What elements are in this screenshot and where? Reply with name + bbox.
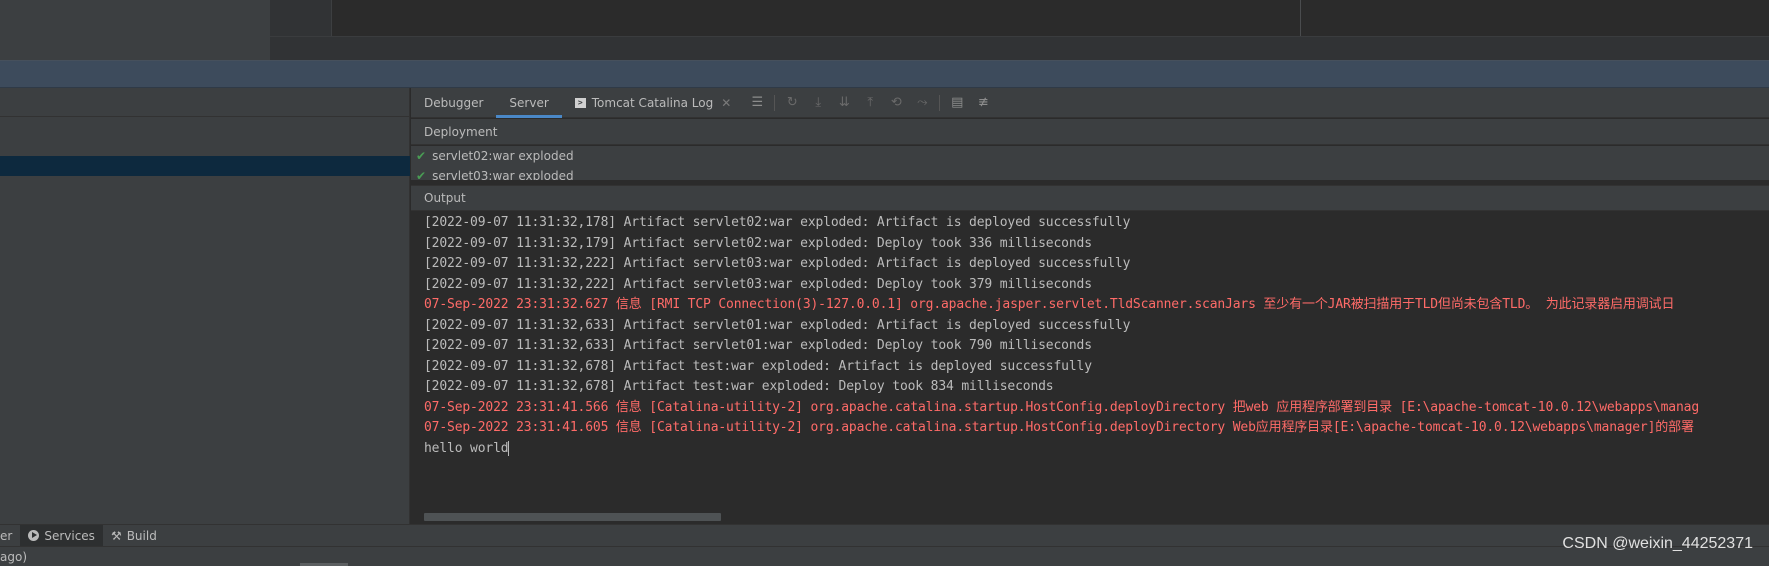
log-line-text: hello world (424, 440, 509, 456)
editor-area[interactable] (270, 0, 1769, 36)
server-tool-window-header: Debugger Server > Tomcat Catalina Log ✕ … (411, 88, 1769, 118)
redeploy-icon[interactable]: ⟲ (883, 88, 909, 118)
text-caret (508, 440, 510, 456)
settings-list-icon[interactable]: ≢ (970, 88, 996, 118)
download-all-icon[interactable]: ⇊ (831, 88, 857, 118)
editor-gutter (270, 0, 332, 36)
status-bar: ago) (0, 546, 1769, 566)
log-line-error: 07-Sep-2022 23:31:41.605 信息 [Catalina-ut… (424, 420, 1694, 435)
tab-label: Server (509, 95, 549, 110)
download-icon[interactable]: ⤓ (805, 88, 831, 118)
toolbar-separator (939, 94, 941, 111)
deployment-section-header: Deployment (411, 119, 1769, 145)
status-text[interactable]: ago) (0, 550, 27, 564)
tab-tomcat-catalina-log[interactable]: > Tomcat Catalina Log ✕ (562, 88, 745, 118)
deployment-item[interactable]: ✔ servlet02:war exploded (411, 146, 1769, 166)
update-app-icon[interactable]: ↻ (779, 88, 805, 118)
editor-bottom-strip (270, 36, 1769, 60)
editor-right-margin-line (1300, 0, 1301, 36)
log-line-current[interactable]: hello world (424, 437, 510, 460)
tab-label: Tomcat Catalina Log (591, 95, 714, 110)
services-tree-divider (0, 116, 410, 117)
tool-window-label: Build (126, 528, 157, 543)
check-icon: ✔ (416, 149, 427, 163)
menu-lines-icon[interactable]: ☰ (744, 88, 770, 118)
tool-window-button-partial[interactable]: er (0, 525, 20, 547)
close-icon[interactable]: ✕ (721, 96, 731, 110)
undeploy-icon[interactable]: ⤳ (909, 88, 935, 118)
watermark: CSDN @weixin_44252371 (1562, 535, 1753, 552)
tool-window-label: er (0, 528, 13, 543)
tab-debugger[interactable]: Debugger (411, 88, 496, 118)
tab-label: Debugger (424, 95, 484, 110)
tool-window-label: Services (44, 528, 95, 543)
tool-window-bar: er Services ⚒ Build (0, 524, 1769, 547)
deployment-item-label: servlet03:war exploded (432, 169, 574, 180)
upload-icon[interactable]: ⤒ (857, 88, 883, 118)
services-tree-panel[interactable] (0, 88, 410, 524)
services-icon (28, 530, 40, 541)
output-title: Output (424, 191, 466, 205)
toolbar-separator (774, 94, 776, 111)
console-icon: > (574, 97, 586, 108)
deployment-title: Deployment (424, 124, 498, 139)
deployment-item-label: servlet02:war exploded (432, 149, 574, 163)
horizontal-scrollbar[interactable] (424, 513, 721, 521)
output-section-header: Output (411, 185, 1769, 211)
deployment-list[interactable]: ✔ servlet02:war exploded ✔ servlet03:war… (411, 146, 1769, 180)
console-output[interactable]: [2022-09-07 11:31:32,178] Artifact servl… (411, 211, 1769, 524)
tool-window-button-services[interactable]: Services (20, 524, 103, 547)
tool-window-button-build[interactable]: ⚒ Build (103, 525, 165, 547)
check-icon: ✔ (416, 169, 427, 180)
hammer-icon: ⚒ (110, 528, 122, 543)
tab-server[interactable]: Server (496, 88, 562, 118)
tool-window-title-band (0, 60, 1769, 88)
list-view-icon[interactable]: ▤ (944, 88, 970, 118)
services-tree-selected-row[interactable] (0, 156, 410, 176)
deployment-item[interactable]: ✔ servlet03:war exploded (411, 166, 1769, 180)
